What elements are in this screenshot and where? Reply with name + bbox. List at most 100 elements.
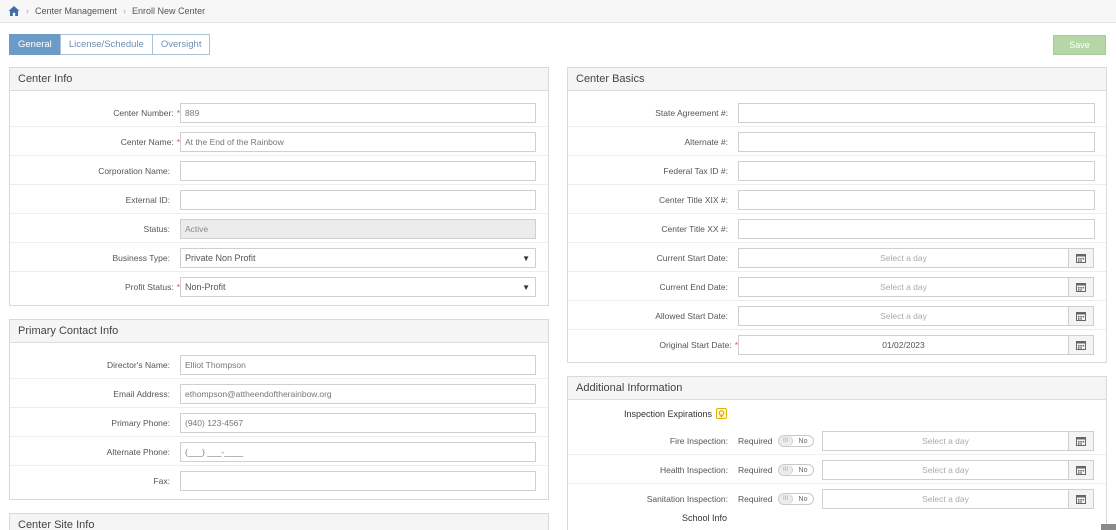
health-inspection-date-field[interactable]: Select a day (822, 460, 1069, 480)
breadcrumb-bar: › Center Management › Enroll New Center (0, 0, 1116, 23)
toggle-knob: III (779, 465, 793, 475)
center-info-panel: Center Info Center Number: * 889 Center N… (9, 67, 549, 306)
current-end-date-label: Current End Date: (659, 282, 728, 292)
calendar-icon (1076, 312, 1086, 321)
center-info-title: Center Info (10, 68, 548, 91)
allowed-start-date-row: Allowed Start Date: Select a day (568, 302, 1106, 330)
breadcrumb-separator: › (26, 6, 29, 16)
toggle-state-label: No (798, 495, 808, 503)
fax-field[interactable] (180, 471, 536, 491)
current-end-date-row: Current End Date: Select a day (568, 273, 1106, 301)
breadcrumb: › Center Management › Enroll New Center (8, 5, 205, 17)
corporation-name-field[interactable] (180, 161, 536, 181)
original-start-date-calendar-button[interactable] (1068, 335, 1094, 355)
caret-down-icon: ▼ (522, 283, 530, 292)
original-start-date-label: Original Start Date: (659, 340, 732, 350)
center-number-row: Center Number: * 889 (10, 99, 548, 127)
alternate-number-row: Alternate #: (568, 128, 1106, 156)
status-label: Status: (143, 224, 170, 234)
center-site-panel: Center Site Info (9, 513, 549, 530)
scroll-corner (1101, 524, 1116, 530)
sanitation-inspection-date-field[interactable]: Select a day (822, 489, 1069, 509)
fax-row: Fax: (10, 467, 548, 495)
school-info-heading: School Info (682, 513, 728, 523)
title-xx-field[interactable] (738, 219, 1095, 239)
lightbulb-icon[interactable] (716, 408, 728, 419)
calendar-icon (1076, 341, 1086, 350)
profit-status-select[interactable]: Non-Profit ▼ (180, 277, 536, 297)
director-name-row: Director's Name: Elliot Thompson (10, 351, 548, 379)
required-label: Required (738, 494, 773, 504)
federal-tax-id-field[interactable] (738, 161, 1095, 181)
fire-required-toggle[interactable]: III No (778, 435, 814, 447)
current-start-date-calendar-button[interactable] (1068, 248, 1094, 268)
email-label: Email Address: (113, 389, 170, 399)
tab-general[interactable]: General (9, 34, 61, 55)
center-name-field[interactable]: At the End of the Rainbow (180, 132, 536, 152)
sanitation-inspection-label: Sanitation Inspection: (646, 494, 728, 504)
business-type-row: Business Type: Private Non Profit ▼ (10, 244, 548, 272)
state-agreement-row: State Agreement #: (568, 99, 1106, 127)
center-number-field[interactable]: 889 (180, 103, 536, 123)
email-row: Email Address: ethompson@attheendofthera… (10, 380, 548, 408)
current-end-date-field[interactable]: Select a day (738, 277, 1069, 297)
profit-status-value: Non-Profit (185, 282, 226, 292)
inspection-expirations-label: Inspection Expirations (624, 408, 713, 419)
health-inspection-label: Health Inspection: (659, 465, 728, 475)
business-type-select[interactable]: Private Non Profit ▼ (180, 248, 536, 268)
tab-oversight[interactable]: Oversight (151, 34, 211, 55)
calendar-icon (1076, 437, 1086, 446)
current-start-date-field[interactable]: Select a day (738, 248, 1069, 268)
director-name-label: Director's Name: (106, 360, 170, 370)
save-button[interactable]: Save (1053, 35, 1106, 55)
current-start-date-row: Current Start Date: Select a day (568, 244, 1106, 272)
business-type-value: Private Non Profit (185, 253, 256, 263)
tab-license-schedule[interactable]: License/Schedule (59, 34, 153, 55)
sanitation-inspection-calendar-button[interactable] (1068, 489, 1094, 509)
primary-contact-panel: Primary Contact Info Director's Name: El… (9, 319, 549, 500)
additional-info-title: Additional Information (568, 377, 1106, 400)
original-start-date-field[interactable]: 01/02/2023 (738, 335, 1069, 355)
alternate-phone-field[interactable]: (___) ___-____ (180, 442, 536, 462)
current-end-date-calendar-button[interactable] (1068, 277, 1094, 297)
title-xx-label: Center Title XX #: (661, 224, 728, 234)
email-field[interactable]: ethompson@attheendoftherainbow.org (180, 384, 536, 404)
center-name-label: Center Name: (120, 137, 174, 147)
fire-inspection-date-field[interactable]: Select a day (822, 431, 1069, 451)
sanitation-required-toggle[interactable]: III No (778, 493, 814, 505)
toggle-knob: III (779, 436, 793, 446)
breadcrumb-separator: › (123, 6, 127, 16)
breadcrumb-center-management[interactable]: Center Management (35, 6, 117, 16)
required-label: Required (738, 436, 773, 446)
health-required-toggle[interactable]: III No (778, 464, 814, 476)
primary-phone-field[interactable]: (940) 123-4567 (180, 413, 536, 433)
director-name-field[interactable]: Elliot Thompson (180, 355, 536, 375)
title-xix-field[interactable] (738, 190, 1095, 210)
health-inspection-row: Health Inspection: Required III No Selec… (568, 456, 1106, 484)
center-number-label: Center Number: (113, 108, 174, 118)
required-label: Required (738, 465, 773, 475)
health-inspection-calendar-button[interactable] (1068, 460, 1094, 480)
allowed-start-date-calendar-button[interactable] (1068, 306, 1094, 326)
current-start-date-label: Current Start Date: (656, 253, 728, 263)
caret-down-icon: ▼ (522, 254, 530, 263)
state-agreement-field[interactable] (738, 103, 1095, 123)
calendar-icon (1076, 254, 1086, 263)
toggle-knob: III (779, 494, 793, 504)
fire-inspection-calendar-button[interactable] (1068, 431, 1094, 451)
home-icon[interactable] (8, 5, 20, 17)
state-agreement-label: State Agreement #: (655, 108, 728, 118)
center-basics-title: Center Basics (568, 68, 1106, 91)
toggle-state-label: No (798, 466, 808, 474)
alternate-number-field[interactable] (738, 132, 1095, 152)
toggle-state-label: No (798, 437, 808, 445)
additional-info-panel: Additional Information Inspection Expira… (567, 376, 1107, 530)
center-basics-panel: Center Basics State Agreement #: Alterna… (567, 67, 1107, 363)
federal-tax-id-row: Federal Tax ID #: (568, 157, 1106, 185)
tab-bar: General License/Schedule Oversight (9, 34, 211, 55)
external-id-field[interactable] (180, 190, 536, 210)
alternate-number-label: Alternate #: (684, 137, 728, 147)
original-start-date-row: Original Start Date: * 01/02/2023 (568, 331, 1106, 359)
inspection-expirations-heading: Inspection Expirations (624, 408, 728, 419)
allowed-start-date-field[interactable]: Select a day (738, 306, 1069, 326)
